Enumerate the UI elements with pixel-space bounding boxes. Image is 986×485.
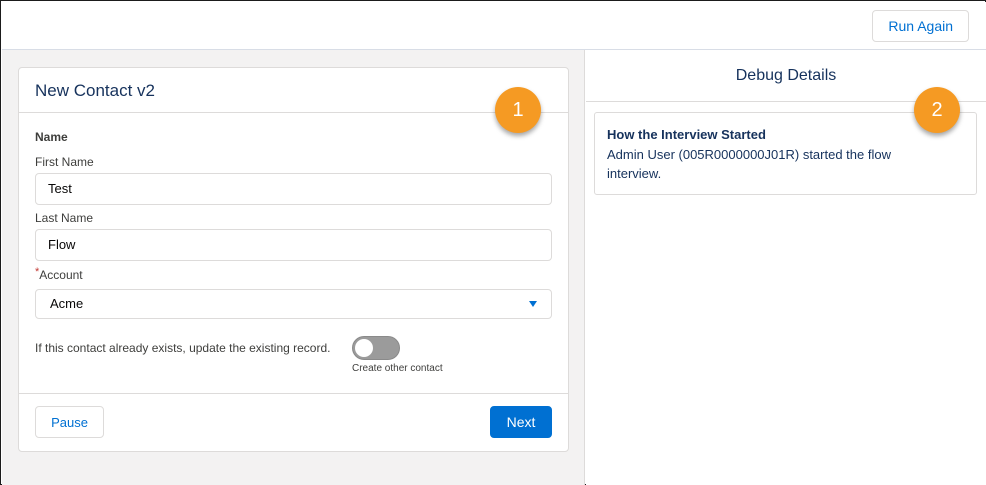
flow-screen-card: New Contact v2 Name First Name Test Last…	[18, 67, 569, 452]
required-marker: *	[35, 266, 40, 278]
next-button[interactable]: Next	[490, 406, 552, 438]
card-header: New Contact v2	[19, 68, 568, 113]
account-label: *Account	[35, 266, 83, 282]
account-select[interactable]: Acme	[35, 289, 552, 319]
toggle-knob	[355, 339, 373, 357]
window-frame: Run Again New Contact v2 Name First Name…	[0, 0, 986, 485]
toggle-caption: Create other contact	[352, 363, 443, 374]
account-selected-value: Acme	[50, 296, 84, 311]
debug-entry-text: Admin User (005R0000000J01R) started the…	[607, 147, 891, 181]
update-existing-label: If this contact already exists, update t…	[35, 341, 331, 355]
first-name-input[interactable]: Test	[35, 173, 552, 205]
card-body: Name First Name Test Last Name Flow *Acc…	[19, 113, 568, 394]
callout-badge-1: 1	[495, 87, 541, 133]
update-existing-toggle[interactable]	[352, 336, 400, 360]
section-label-name: Name	[35, 130, 68, 144]
first-name-label: First Name	[35, 155, 94, 169]
last-name-label: Last Name	[35, 211, 94, 225]
chevron-down-icon	[529, 301, 537, 307]
top-toolbar: Run Again	[2, 2, 986, 50]
run-again-button[interactable]: Run Again	[872, 10, 969, 42]
last-name-input[interactable]: Flow	[35, 229, 552, 261]
callout-badge-2: 2	[914, 87, 960, 133]
account-label-text: Account	[39, 268, 83, 282]
debug-entry-title: How the Interview Started	[607, 127, 766, 142]
card-footer: Pause Next	[19, 393, 568, 451]
pause-button[interactable]: Pause	[35, 406, 104, 438]
screen-title: New Contact v2	[35, 81, 155, 100]
